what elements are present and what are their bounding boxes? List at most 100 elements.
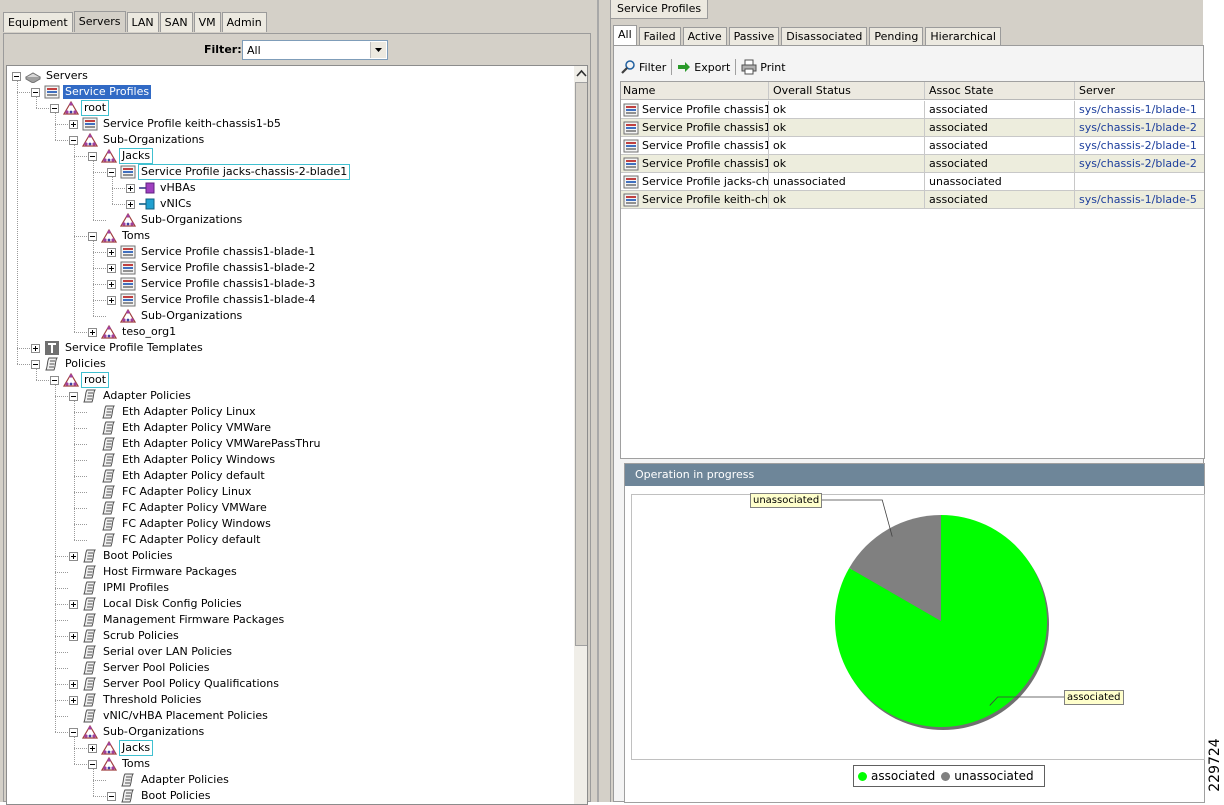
tree-node-label[interactable]: root — [80, 372, 110, 388]
tree-node-label[interactable]: Host Firmware Packages — [101, 565, 239, 579]
tab-all[interactable]: All — [613, 25, 637, 45]
tree-node[interactable]: Sub-Organizations — [107, 308, 244, 324]
collapse-icon[interactable] — [50, 375, 59, 385]
table-row[interactable]: Service Profile chassis1... ok associated s… — [621, 119, 1204, 137]
expand-icon[interactable] — [69, 599, 78, 609]
tree-node-label[interactable]: Eth Adapter Policy default — [120, 469, 267, 483]
expand-icon[interactable] — [69, 631, 78, 641]
scroll-up-arrow-icon[interactable] — [574, 66, 587, 81]
table-row[interactable]: Service Profile jacks-ch... unassociated u… — [621, 173, 1204, 191]
tree-node[interactable]: vNIC/vHBA Placement Policies — [69, 708, 270, 724]
server-link[interactable]: sys/chassis-1/blade-2 — [1079, 119, 1197, 136]
expand-icon[interactable] — [126, 183, 135, 193]
expand-icon[interactable] — [107, 263, 116, 273]
tree-node[interactable]: Service Profiles — [31, 84, 152, 100]
cell-server[interactable]: sys/chassis-1/blade-5 — [1075, 191, 1204, 208]
table-row[interactable]: Service Profile chassis1... ok associated s… — [621, 101, 1204, 119]
tree-node-label[interactable]: Boot Policies — [101, 549, 175, 563]
table-row[interactable]: Service Profile chassis1... ok associated s… — [621, 137, 1204, 155]
tree-node-label[interactable]: Service Profile chassis1-blade-4 — [139, 293, 317, 307]
tree-node-label[interactable]: Service Profile jacks-chassis-2-blade1 — [137, 164, 351, 180]
tree-node-label[interactable]: Sub-Organizations — [101, 133, 206, 147]
tree-node-label[interactable]: teso_org1 — [120, 325, 178, 339]
server-link[interactable]: sys/chassis-1/blade-1 — [1079, 101, 1197, 118]
tree-node[interactable]: FC Adapter Policy Windows — [88, 516, 273, 532]
tree-node-label[interactable]: Eth Adapter Policy Linux — [120, 405, 258, 419]
tree-node-label[interactable]: Boot Policies — [139, 789, 213, 803]
tree-node-label[interactable]: Server Pool Policies — [101, 661, 212, 675]
scrollbar-thumb[interactable] — [575, 82, 587, 646]
tree-node[interactable]: FC Adapter Policy VMWare — [88, 500, 269, 516]
tab-hierarchical[interactable]: Hierarchical — [925, 27, 1001, 45]
table-row[interactable]: Service Profile chassis1... ok associated s… — [621, 155, 1204, 173]
tree-vertical-scrollbar[interactable] — [574, 66, 587, 804]
tree-node-label[interactable]: Jacks — [118, 148, 154, 164]
tree-node[interactable]: Service Profile chassis1-blade-2 — [107, 260, 317, 276]
table-row[interactable]: Service Profile keith-ch... ok associated s… — [621, 191, 1204, 209]
server-link[interactable]: sys/chassis-1/blade-5 — [1079, 191, 1197, 208]
tree-node-label[interactable]: Scrub Policies — [101, 629, 181, 643]
cell-server[interactable] — [1075, 173, 1204, 190]
tree-node[interactable]: Service Profile Templates — [31, 340, 205, 356]
tree-node[interactable]: Service Profile chassis1-blade-3 — [107, 276, 317, 292]
tree-node[interactable]: Eth Adapter Policy Linux — [88, 404, 258, 420]
tree-node-label[interactable]: Threshold Policies — [101, 693, 203, 707]
tree-node-label[interactable]: Eth Adapter Policy VMWarePassThru — [120, 437, 323, 451]
collapse-icon[interactable] — [31, 87, 40, 97]
tree-node[interactable]: teso_org1 — [88, 324, 178, 340]
tree-node[interactable]: Eth Adapter Policy default — [88, 468, 267, 484]
tree-node[interactable]: Server Pool Policy Qualifications — [69, 676, 281, 692]
column-header-server[interactable]: Server — [1075, 82, 1204, 99]
tree-node-label[interactable]: Sub-Organizations — [139, 213, 244, 227]
tab-vm[interactable]: VM — [193, 12, 221, 32]
tree-node[interactable]: Jacks — [88, 740, 154, 756]
tree-node-label[interactable]: Service Profiles — [63, 85, 152, 99]
tree-node[interactable]: vNICs — [126, 196, 193, 212]
tree-node[interactable]: Management Firmware Packages — [69, 612, 286, 628]
tab-equipment[interactable]: Equipment — [3, 12, 73, 32]
tree-node-label[interactable]: Eth Adapter Policy VMWare — [120, 421, 273, 435]
tree-node-label[interactable]: Management Firmware Packages — [101, 613, 286, 627]
column-header-overall-status[interactable]: Overall Status — [769, 82, 925, 99]
tree-node-label[interactable]: Policies — [63, 357, 108, 371]
tab-lan[interactable]: LAN — [126, 12, 159, 32]
tree-node-label[interactable]: vNICs — [158, 197, 193, 211]
tab-admin[interactable]: Admin — [221, 12, 267, 32]
tree-node-label[interactable]: Service Profile chassis1-blade-2 — [139, 261, 317, 275]
tree-node-label[interactable]: FC Adapter Policy default — [120, 533, 262, 547]
tree-node[interactable]: Adapter Policies — [107, 772, 231, 788]
tree-node[interactable]: Service Profile chassis1-blade-1 — [107, 244, 317, 260]
tree-node[interactable]: Sub-Organizations — [69, 132, 206, 148]
collapse-icon[interactable] — [88, 151, 97, 161]
tree-node[interactable]: Server Pool Policies — [69, 660, 212, 676]
tree-node[interactable]: Host Firmware Packages — [69, 564, 239, 580]
tree-node-label[interactable]: vHBAs — [158, 181, 198, 195]
expand-icon[interactable] — [107, 295, 116, 305]
tree-node[interactable]: Policies — [31, 356, 108, 372]
collapse-icon[interactable] — [69, 391, 78, 401]
tree-node-label[interactable]: Adapter Policies — [139, 773, 231, 787]
tree-node[interactable]: Boot Policies — [69, 548, 175, 564]
chevron-down-icon[interactable] — [370, 42, 386, 58]
collapse-icon[interactable] — [12, 71, 21, 81]
tree-node[interactable]: Service Profile chassis1-blade-4 — [107, 292, 317, 308]
cell-server[interactable]: sys/chassis-2/blade-2 — [1075, 155, 1204, 172]
expand-icon[interactable] — [126, 199, 135, 209]
cell-server[interactable]: sys/chassis-1/blade-1 — [1075, 101, 1204, 118]
collapse-icon[interactable] — [88, 759, 97, 769]
tree-node-label[interactable]: FC Adapter Policy Windows — [120, 517, 273, 531]
filter-select[interactable]: All — [242, 40, 388, 60]
tree-node-label[interactable]: Toms — [120, 229, 152, 243]
tree-node[interactable]: Eth Adapter Policy VMWarePassThru — [88, 436, 323, 452]
tab-passive[interactable]: Passive — [728, 27, 780, 45]
tree-node[interactable]: FC Adapter Policy default — [88, 532, 262, 548]
tree-node[interactable]: Service Profile keith-chassis1-b5 — [69, 116, 283, 132]
column-header-assoc-state[interactable]: Assoc State — [925, 82, 1075, 99]
tree-node-label[interactable]: Servers — [44, 69, 90, 83]
tree-node-label[interactable]: FC Adapter Policy VMWare — [120, 501, 269, 515]
tree-node-label[interactable]: IPMI Profiles — [101, 581, 171, 595]
tab-san[interactable]: SAN — [159, 12, 193, 32]
tree-node[interactable]: Local Disk Config Policies — [69, 596, 244, 612]
tree-node-label[interactable]: Eth Adapter Policy Windows — [120, 453, 277, 467]
tab-pending[interactable]: Pending — [869, 27, 924, 45]
